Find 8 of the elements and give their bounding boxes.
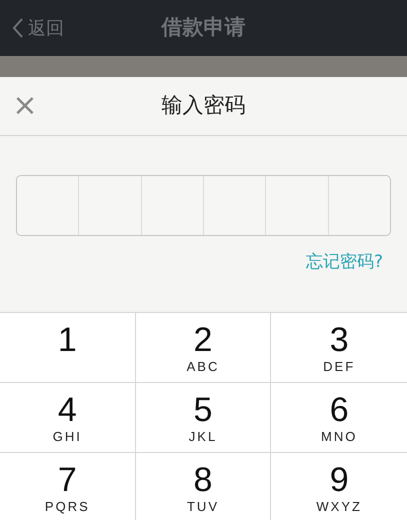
dialog-title: 输入密码 [162, 92, 246, 120]
keypad-key[interactable]: 1 [0, 313, 136, 383]
password-field[interactable] [16, 175, 391, 236]
keypad-key[interactable]: 2 ABC [136, 313, 272, 383]
keypad-key[interactable]: 4 GHI [0, 383, 136, 453]
keypad-key[interactable]: 5 JKL [136, 383, 272, 453]
page-title: 借款申请 [162, 14, 246, 42]
chevron-left-icon [12, 17, 24, 39]
